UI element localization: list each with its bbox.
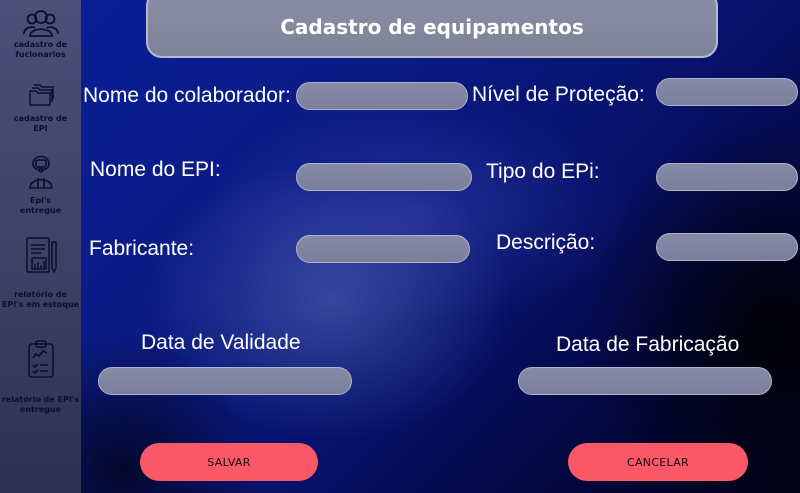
- data-fabricacao-input[interactable]: [518, 367, 772, 395]
- sidebar-item-label: relatório de EPI's entregue: [1, 395, 80, 414]
- nome-colaborador-label: Nome do colaborador:: [83, 84, 291, 107]
- nome-epi-input[interactable]: [296, 163, 472, 191]
- nome-epi-label: Nome do EPI:: [90, 158, 221, 181]
- sidebar-item-epis-entregue[interactable]: Epi's entregue: [0, 150, 81, 216]
- folders-icon: [28, 84, 54, 106]
- data-fabricacao-label: Data de Fabricação: [556, 333, 740, 356]
- cancel-button[interactable]: CANCELAR: [568, 443, 748, 481]
- save-button[interactable]: SALVAR: [140, 443, 318, 481]
- tipo-epi-input[interactable]: [656, 163, 798, 191]
- users-icon: [22, 10, 59, 37]
- sidebar-item-label: relatório de EPI's em estoque: [1, 290, 80, 309]
- tipo-epi-label: Tipo do EPi:: [486, 160, 600, 183]
- sidebar-item-relatorio-entregue[interactable]: relatório de EPI's entregue: [0, 340, 81, 415]
- sidebar-item-label: cadastro de fucionarios: [13, 40, 68, 59]
- sidebar-item-relatorio-estoque[interactable]: relatório de EPI's em estoque: [0, 236, 81, 310]
- sidebar-item-cadastro-epi[interactable]: cadastro de EPI: [0, 84, 81, 134]
- fabricante-label: Fabricante:: [89, 237, 195, 260]
- page-title-bar: Cadastro de equipamentos: [146, 0, 718, 58]
- clipboard-checklist-icon: [27, 340, 54, 378]
- data-validade-input[interactable]: [98, 367, 352, 395]
- hazmat-worker-icon: [28, 155, 53, 189]
- sidebar-item-label: Epi's entregue: [19, 196, 62, 215]
- fabricante-input[interactable]: [296, 235, 470, 263]
- nivel-protecao-label: Nível de Proteção:: [472, 83, 645, 106]
- descricao-input[interactable]: [656, 233, 798, 261]
- sidebar: cadastro de fucionarios cadastro de EPI …: [0, 0, 81, 493]
- descricao-label: Descrição:: [496, 231, 596, 254]
- nivel-protecao-input[interactable]: [656, 78, 798, 106]
- sidebar-item-label: cadastro de EPI: [13, 114, 68, 133]
- nome-colaborador-input[interactable]: [296, 82, 468, 110]
- report-chart-icon: [25, 237, 57, 274]
- sidebar-item-cadastro-funcionarios[interactable]: cadastro de fucionarios: [0, 8, 81, 60]
- data-validade-label: Data de Validade: [141, 331, 301, 354]
- page-title: Cadastro de equipamentos: [280, 15, 584, 39]
